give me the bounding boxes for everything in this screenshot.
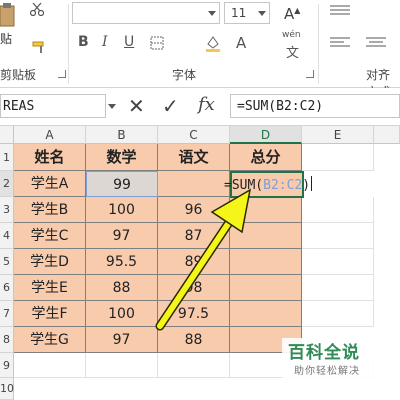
table-cell-math[interactable]: 95.5 [86,249,158,275]
table-cell-name[interactable]: 学生B [14,197,86,223]
fill-color-icon[interactable] [204,34,222,52]
font-group-label: 字体 [172,68,197,82]
align-top-icon[interactable] [330,4,350,18]
border-icon[interactable] [150,36,164,50]
worksheet-grid[interactable]: A B C D E 1 2 3 4 5 6 7 8 9 10 姓名 数学 语文 … [0,126,400,400]
font-name-select[interactable] [72,2,220,24]
font-size-select[interactable]: 11 [224,2,270,24]
empty-cell[interactable] [302,301,374,327]
column-header-a[interactable]: A [14,126,86,144]
text-caret [311,176,313,191]
paste-button-label[interactable]: 贴 [0,30,12,47]
font-color-icon[interactable]: A [236,34,246,52]
empty-cell[interactable] [14,353,86,378]
column-header-f[interactable] [374,126,400,144]
table-cell-name[interactable]: 学生G [14,327,86,353]
empty-cell[interactable] [158,353,230,378]
table-cell-math[interactable]: 100 [86,197,158,223]
annotation-arrow-icon [155,188,252,331]
font-launcher-icon[interactable] [306,70,314,78]
table-cell-math[interactable]: 99 [86,171,158,197]
table-cell-name[interactable]: 学生E [14,275,86,301]
row-header-5[interactable]: 5 [0,249,14,275]
italic-button[interactable]: I [102,34,108,50]
divider [318,4,319,84]
clipboard-launcher-icon[interactable] [58,70,66,78]
formula-bar: REAS ✕ ✓ fx =SUM(B2:C2) [0,88,400,126]
formula-range-ref: B2:C2 [263,178,303,193]
chevron-down-icon [258,11,266,16]
row-header-1[interactable]: 1 [0,144,14,171]
select-all-corner[interactable] [0,126,14,144]
column-header-e[interactable]: E [302,126,374,144]
cancel-icon[interactable]: ✕ [128,94,145,118]
divider [68,4,69,84]
row-header-10[interactable]: 10 [0,378,14,400]
empty-cell[interactable] [302,144,374,171]
scissors-icon[interactable] [30,2,44,16]
formula-buttons: ✕ ✓ fx [120,94,224,118]
align-left-icon[interactable] [330,36,350,50]
chevron-down-icon[interactable] [108,104,116,109]
insert-function-icon[interactable]: fx [198,94,215,115]
row-header-4[interactable]: 4 [0,223,14,249]
row-header-7[interactable]: 7 [0,301,14,327]
table-cell-name[interactable]: 学生A [14,171,86,197]
table-cell-math[interactable]: 97 [86,327,158,353]
format-painter-icon[interactable] [32,40,48,54]
formula-input[interactable]: =SUM(B2:C2) [230,94,400,118]
header-cell-chinese[interactable]: 语文 [158,144,230,171]
empty-cell[interactable] [302,249,374,275]
empty-cell[interactable] [302,197,374,223]
header-cell-math[interactable]: 数学 [86,144,158,171]
row-header-2[interactable]: 2 [0,171,14,197]
row-header-8[interactable]: 8 [0,327,14,353]
column-header-c[interactable]: C [158,126,230,144]
paste-icon[interactable] [0,2,16,28]
header-cell-total[interactable]: 总分 [230,144,302,171]
row-header-6[interactable]: 6 [0,275,14,301]
row-header-9[interactable]: 9 [0,353,14,378]
empty-cell[interactable] [86,353,158,378]
font-size-value: 11 [231,6,247,20]
grow-font-icon[interactable]: A▲ [284,5,300,23]
name-box[interactable]: REAS [0,94,106,118]
column-header-d[interactable]: D [230,126,302,144]
align-center-icon[interactable] [366,36,386,50]
table-cell-math[interactable]: 97 [86,223,158,249]
table-cell-name[interactable]: 学生D [14,249,86,275]
table-cell-math[interactable]: 100 [86,301,158,327]
empty-cell[interactable] [302,275,374,301]
phonetic-char: 文 [286,46,300,61]
watermark-title: 百科全说 [288,343,360,363]
empty-cell[interactable] [302,223,374,249]
column-header-b[interactable]: B [86,126,158,144]
row-header-3[interactable]: 3 [0,197,14,223]
clipboard-group-label: 剪贴板 [0,68,37,82]
watermark-subtitle: 助你轻松解决 [294,366,360,377]
watermark-logo: 百科全说 助你轻松解决 [282,338,398,384]
formula-suffix: ) [302,178,311,193]
underline-button[interactable]: U [124,34,134,50]
phonetic-button[interactable]: wén [282,30,301,40]
table-cell-name[interactable]: 学生C [14,223,86,249]
ribbon: 贴 剪贴板 11 A▲ B I U A wén 文 字体 对齐 [0,0,400,99]
table-cell-name[interactable]: 学生F [14,301,86,327]
bold-button[interactable]: B [78,34,89,50]
table-cell-math[interactable]: 88 [86,275,158,301]
enter-icon[interactable]: ✓ [162,94,179,118]
chevron-down-icon [208,11,216,16]
header-cell-name[interactable]: 姓名 [14,144,86,171]
